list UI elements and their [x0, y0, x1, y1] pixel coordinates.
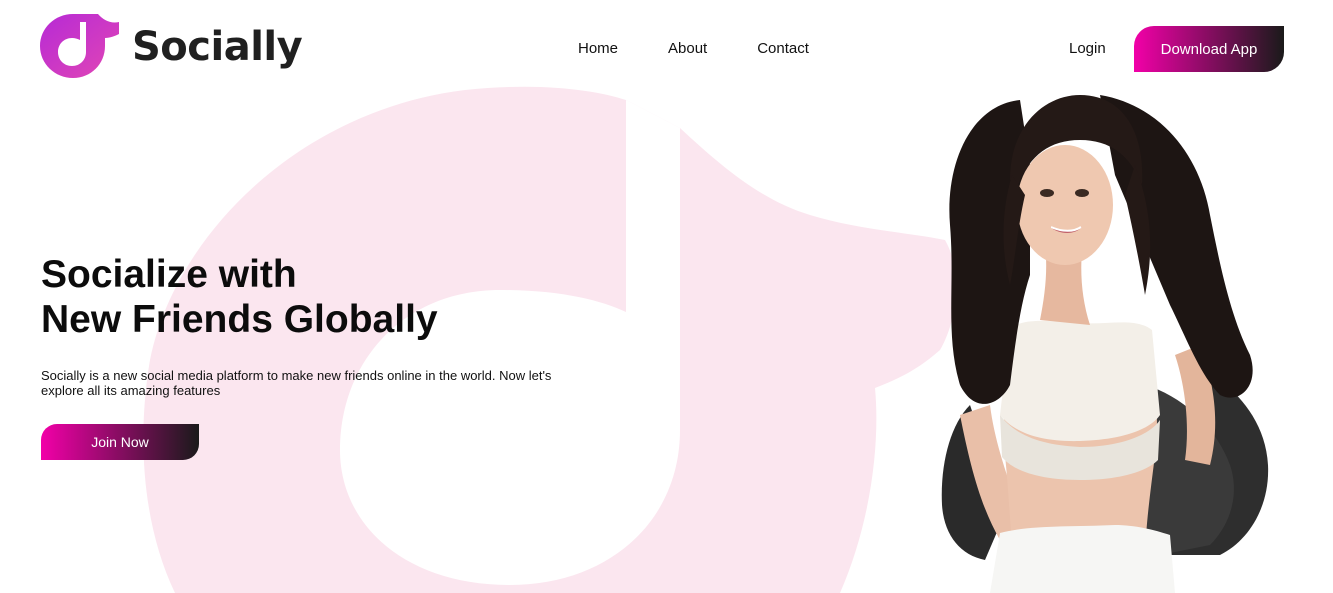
hero-title-line-2: New Friends Globally — [41, 298, 438, 341]
nav-contact-link[interactable]: Contact — [757, 40, 809, 58]
brand-name: Socially — [132, 24, 303, 70]
woman-curly-hair-photo — [941, 95, 1269, 593]
hero-section: Socialize with New Friends Globally Soci… — [41, 252, 601, 460]
music-note-bubble-icon — [40, 14, 119, 78]
brand-logo[interactable]: Socially — [40, 14, 303, 80]
login-link[interactable]: Login — [1069, 40, 1106, 58]
hero-title-line-1: Socialize with — [41, 253, 297, 296]
hero-description: Socially is a new social media platform … — [41, 368, 552, 398]
hero-title: Socialize with New Friends Globally — [41, 252, 601, 342]
main-nav: Home About Contact — [578, 40, 859, 58]
site-header: Socially Home About Contact Login Downlo… — [0, 0, 1333, 96]
join-now-button[interactable]: Join Now — [41, 424, 199, 460]
landing-page: Socially Home About Contact Login Downlo… — [0, 0, 1333, 593]
download-app-button[interactable]: Download App — [1134, 26, 1284, 72]
nav-home-link[interactable]: Home — [578, 40, 618, 58]
nav-about-link[interactable]: About — [668, 40, 707, 58]
